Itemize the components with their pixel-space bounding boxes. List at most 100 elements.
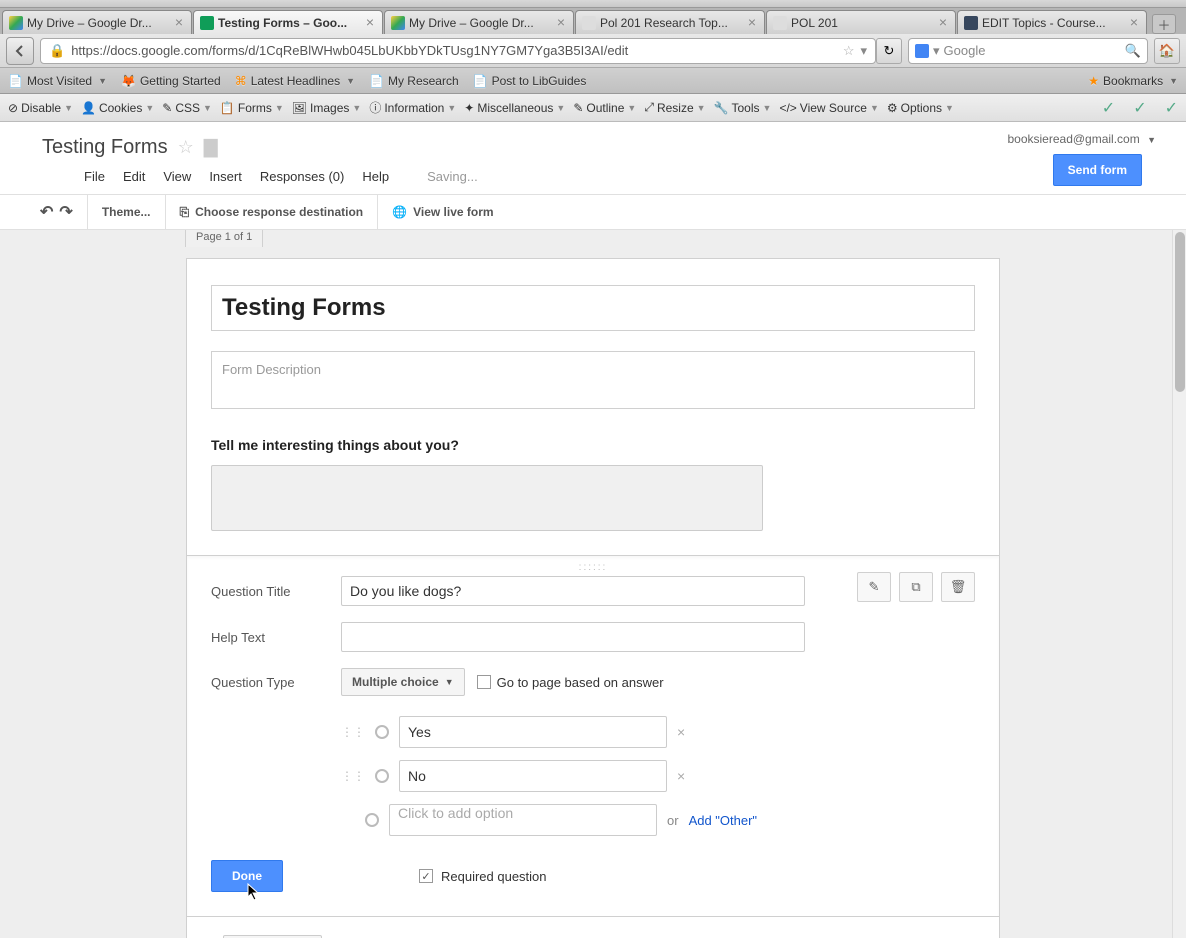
- cursor-icon: [247, 883, 261, 901]
- menu-bar: File Edit View Insert Responses (0) Help…: [42, 159, 1166, 194]
- add-other-link[interactable]: Add "Other": [689, 813, 758, 828]
- bookmark-latest-headlines[interactable]: ⌘ Latest Headlines ▼: [235, 74, 355, 88]
- dev-tools[interactable]: 🔧Tools▼: [714, 101, 772, 115]
- chevron-down-icon: ▼: [275, 103, 284, 113]
- user-menu[interactable]: booksieread@gmail.com ▼: [1007, 132, 1156, 146]
- menu-edit[interactable]: Edit: [123, 169, 145, 184]
- close-icon[interactable]: ×: [1128, 17, 1140, 29]
- option-input[interactable]: [399, 760, 667, 792]
- bookmark-getting-started[interactable]: 🦊 Getting Started: [121, 74, 221, 88]
- dev-forms[interactable]: 📋Forms▼: [220, 101, 284, 115]
- pencil-icon: ✎: [869, 579, 880, 595]
- browser-tab[interactable]: My Drive – Google Dr... ×: [384, 10, 574, 34]
- address-bar[interactable]: 🔒 https://docs.google.com/forms/d/1CqReB…: [40, 38, 876, 64]
- scrollbar[interactable]: [1172, 230, 1186, 938]
- home-button[interactable]: 🏠: [1154, 38, 1180, 64]
- dev-cookies[interactable]: 👤Cookies▼: [81, 101, 154, 115]
- send-form-button[interactable]: Send form: [1053, 154, 1142, 186]
- bookmark-post-libguides[interactable]: 📄 Post to LibGuides: [473, 74, 587, 88]
- add-item-button[interactable]: Add item ▼: [223, 935, 322, 938]
- bookmark-my-research[interactable]: 📄 My Research: [369, 74, 459, 88]
- dev-options[interactable]: ⚙Options▼: [887, 101, 954, 115]
- dev-disable[interactable]: ⊘Disable▼: [8, 101, 73, 115]
- required-checkbox[interactable]: ✓ Required question: [419, 869, 547, 884]
- edit-button[interactable]: ✎: [857, 572, 891, 602]
- menu-file[interactable]: File: [84, 169, 105, 184]
- dev-label: Miscellaneous: [477, 101, 553, 115]
- chevron-down-icon: ▼: [697, 103, 706, 113]
- done-button[interactable]: Done: [211, 860, 283, 892]
- drive-icon: [391, 16, 405, 30]
- dev-outline[interactable]: ✎Outline▼: [573, 101, 636, 115]
- browser-tab[interactable]: Testing Forms – Goo... ×: [193, 10, 383, 34]
- remove-option-button[interactable]: ×: [677, 724, 685, 740]
- question-1-textarea[interactable]: [211, 465, 763, 531]
- close-icon[interactable]: ×: [173, 17, 185, 29]
- folder-icon[interactable]: ▇: [204, 137, 218, 158]
- check-icon[interactable]: ✓: [1102, 98, 1115, 118]
- document-title[interactable]: Testing Forms: [42, 136, 168, 159]
- duplicate-button[interactable]: ⧉: [899, 572, 933, 602]
- drag-handle-icon[interactable]: ⋮⋮: [341, 769, 365, 783]
- menu-view[interactable]: View: [163, 169, 191, 184]
- chevron-down-icon: ▼: [945, 103, 954, 113]
- undo-button[interactable]: ↶: [40, 202, 53, 222]
- close-icon[interactable]: ×: [746, 17, 758, 29]
- new-tab-button[interactable]: ＋: [1152, 14, 1176, 34]
- star-icon[interactable]: ☆: [178, 137, 194, 158]
- question-type-dropdown[interactable]: Multiple choice ▼: [341, 668, 465, 696]
- check-icon[interactable]: ✓: [1165, 98, 1178, 118]
- view-live-form-button[interactable]: 🌐 View live form: [378, 195, 507, 229]
- close-icon[interactable]: ×: [555, 17, 567, 29]
- question-title-label: Question Title: [211, 584, 341, 599]
- generic-icon: [773, 16, 787, 30]
- options-icon: ⚙: [887, 101, 898, 115]
- menu-help[interactable]: Help: [362, 169, 389, 184]
- close-icon[interactable]: ×: [364, 17, 376, 29]
- redo-button[interactable]: ↷: [59, 202, 72, 222]
- user-email: booksieread@gmail.com: [1007, 132, 1139, 146]
- add-option-input[interactable]: Click to add option: [389, 804, 657, 836]
- bookmark-most-visited[interactable]: 📄 Most Visited ▼: [8, 74, 107, 88]
- browser-tab[interactable]: Pol 201 Research Top... ×: [575, 10, 765, 34]
- question-1-label[interactable]: Tell me interesting things about you?: [211, 437, 975, 453]
- choose-destination-button[interactable]: ⎘ Choose response destination: [166, 195, 379, 229]
- browser-tab[interactable]: POL 201 ×: [766, 10, 956, 34]
- check-icon[interactable]: ✓: [1133, 98, 1146, 118]
- dev-misc[interactable]: ✦Miscellaneous▼: [464, 101, 565, 115]
- dropdown-icon[interactable]: ▾: [860, 43, 867, 59]
- nav-back-button[interactable]: [6, 37, 34, 65]
- goto-page-checkbox[interactable]: Go to page based on answer: [477, 675, 664, 690]
- form-title-input[interactable]: Testing Forms: [211, 285, 975, 331]
- scrollbar-thumb[interactable]: [1175, 232, 1185, 392]
- reload-button[interactable]: ↻: [876, 38, 902, 64]
- search-box[interactable]: ▾ Google 🔍: [908, 38, 1148, 64]
- window-titlebar: [0, 0, 1186, 8]
- search-icon[interactable]: 🔍: [1125, 43, 1141, 59]
- copy-icon: ⧉: [911, 579, 920, 595]
- question-title-input[interactable]: [341, 576, 805, 606]
- tumblr-icon: [964, 16, 978, 30]
- bookmarks-menu[interactable]: ★ Bookmarks ▼: [1088, 74, 1178, 88]
- delete-button[interactable]: 🗑: [941, 572, 975, 602]
- menu-responses[interactable]: Responses (0): [260, 169, 345, 184]
- dev-view-source[interactable]: </>View Source▼: [779, 101, 878, 115]
- menu-insert[interactable]: Insert: [209, 169, 242, 184]
- dev-images[interactable]: 🖼Images▼: [292, 101, 362, 115]
- remove-option-button[interactable]: ×: [677, 768, 685, 784]
- chevron-down-icon: ▼: [346, 76, 355, 86]
- drag-handle-icon[interactable]: ⋮⋮: [341, 725, 365, 739]
- dev-information[interactable]: ⓘInformation▼: [369, 99, 456, 116]
- drag-handle-icon[interactable]: ::::::: [579, 562, 608, 573]
- option-input[interactable]: [399, 716, 667, 748]
- help-text-input[interactable]: [341, 622, 805, 652]
- dropdown-icon[interactable]: ▾: [933, 43, 940, 59]
- dev-resize[interactable]: ⤢Resize▼: [644, 100, 705, 115]
- close-icon[interactable]: ×: [937, 17, 949, 29]
- theme-button[interactable]: Theme...: [88, 195, 166, 229]
- browser-tab[interactable]: My Drive – Google Dr... ×: [2, 10, 192, 34]
- bookmark-star-icon[interactable]: ☆: [843, 43, 855, 59]
- dev-css[interactable]: ✎CSS▼: [162, 101, 212, 115]
- form-description-input[interactable]: Form Description: [211, 351, 975, 409]
- browser-tab[interactable]: EDIT Topics - Course... ×: [957, 10, 1147, 34]
